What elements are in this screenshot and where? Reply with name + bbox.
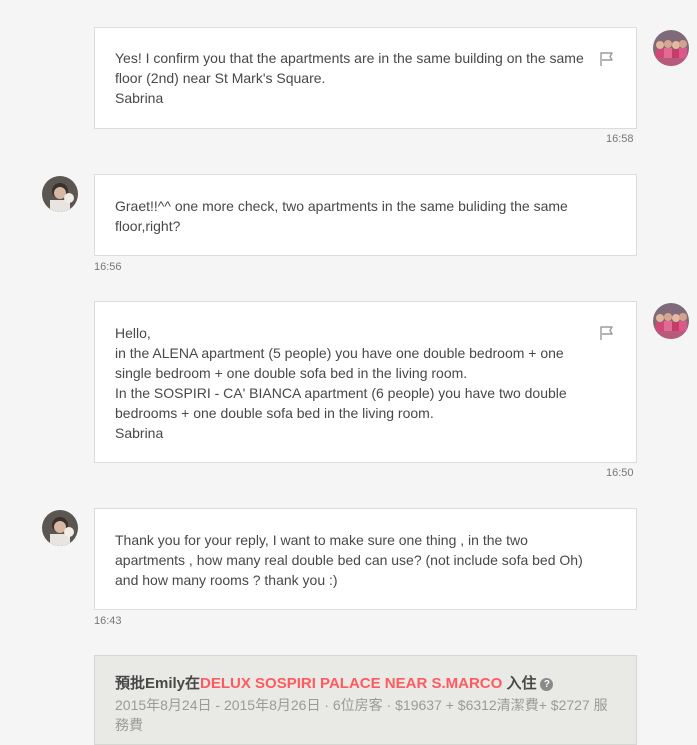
message-text: Yes! I confirm you that the apartments a… [115, 50, 584, 106]
message-timestamp: 16:56 [94, 261, 122, 273]
message-text: Thank you for your reply, I want to make… [115, 532, 583, 588]
message-timestamp: 16:43 [94, 615, 122, 627]
booking-details: 2015年8月24日 - 2015年8月26日 · 6位房客 · $19637 … [115, 697, 608, 733]
message-bubble-host: Yes! I confirm you that the apartments a… [94, 27, 637, 129]
host-avatar[interactable] [653, 303, 689, 339]
message-thread: Yes! I confirm you that the apartments a… [0, 0, 697, 745]
host-avatar[interactable] [653, 30, 689, 66]
pre-approval-card: 預批Emily在DELUX SOSPIRI PALACE NEAR S.MARC… [94, 655, 637, 745]
message-timestamp: 16:50 [606, 467, 634, 479]
pre-approval-suffix: 入住 [502, 675, 537, 692]
guest-avatar[interactable] [42, 176, 78, 212]
message-bubble-guest: Thank you for your reply, I want to make… [94, 508, 637, 610]
message-text: Hello, in the ALENA apartment (5 people)… [115, 325, 567, 441]
message-timestamp: 16:58 [606, 133, 634, 145]
flag-icon[interactable] [599, 325, 617, 341]
message-text: Graet!!^^ one more check, two apartments… [115, 198, 568, 234]
question-circle-icon[interactable]: ? [540, 678, 554, 691]
pre-approval-prefix: 預批Emily在 [115, 675, 201, 692]
pre-approval-title: 預批Emily在DELUX SOSPIRI PALACE NEAR S.MARC… [115, 674, 616, 694]
flag-icon[interactable] [599, 51, 617, 67]
message-bubble-guest: Graet!!^^ one more check, two apartments… [94, 174, 637, 256]
listing-link[interactable]: DELUX SOSPIRI PALACE NEAR S.MARCO [200, 675, 502, 692]
guest-avatar[interactable] [42, 510, 78, 546]
message-bubble-host: Hello, in the ALENA apartment (5 people)… [94, 301, 637, 463]
